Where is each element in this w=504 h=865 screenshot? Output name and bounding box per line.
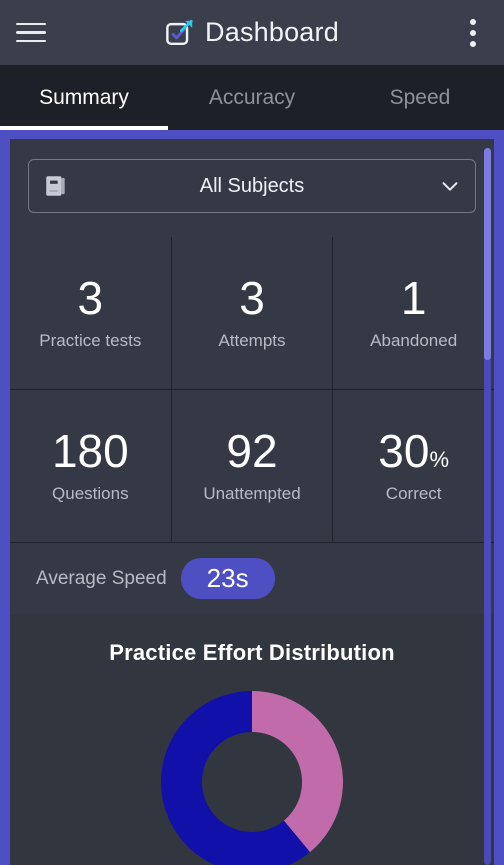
subject-select-value: All Subjects	[199, 174, 305, 197]
stat-cell-attempts: 3 Attempts	[171, 237, 333, 389]
page-title: Dashboard	[205, 17, 339, 47]
stat-cell-questions: 180 Questions	[10, 390, 171, 542]
stat-label: Attempts	[218, 331, 286, 350]
stat-value: 1	[401, 275, 427, 321]
hamburger-line	[16, 31, 46, 34]
tab-bar: Summary Accuracy Speed	[0, 65, 504, 130]
subject-selector-section: All Subjects	[10, 139, 494, 237]
chevron-down-icon[interactable]	[439, 175, 461, 197]
hamburger-menu-icon[interactable]	[16, 16, 50, 50]
stat-label: Unattempted	[203, 484, 301, 503]
stat-value: 3	[78, 275, 104, 321]
overflow-dot	[470, 40, 476, 47]
app-screen: Dashboard Summary Accuracy Speed All Sub…	[0, 0, 504, 865]
tab-label: Accuracy	[208, 85, 296, 109]
stat-number: 180	[51, 425, 129, 477]
stat-label: Practice tests	[39, 331, 142, 350]
donut-segment	[252, 691, 343, 853]
overflow-dot	[470, 29, 476, 36]
stat-cell-unattempted: 92 Unattempted	[171, 390, 333, 542]
app-bar-title-group: Dashboard	[0, 0, 504, 65]
more-vertical-icon[interactable]	[458, 16, 488, 50]
stat-label: Abandoned	[370, 331, 458, 350]
donut-chart-svg	[161, 691, 343, 865]
overflow-dot	[470, 18, 476, 25]
stat-cell-correct: 30 % Correct	[333, 390, 494, 542]
stat-number: 3	[77, 272, 104, 324]
hamburger-line	[16, 39, 46, 43]
effort-distribution-card: Practice Effort Distribution	[10, 614, 494, 865]
tab-accuracy[interactable]: Accuracy	[168, 65, 336, 130]
tab-label: Speed	[389, 85, 451, 109]
stat-label: Questions	[52, 484, 129, 503]
checkbox-arrow-icon	[166, 19, 193, 45]
stat-number: 30	[378, 425, 430, 477]
tab-speed[interactable]: Speed	[336, 65, 504, 130]
stat-value: 3	[239, 275, 265, 321]
average-speed-label: Average Speed	[36, 567, 167, 589]
scrollbar[interactable]	[484, 148, 491, 865]
average-speed-row: Average Speed 23s	[10, 542, 494, 614]
stat-number: 92	[226, 425, 278, 477]
stat-value: 180	[52, 428, 129, 474]
stat-label: Correct	[385, 484, 442, 503]
scrollbar-thumb[interactable]	[484, 148, 491, 360]
stat-number: 3	[239, 272, 265, 324]
scroll-content: All Subjects 3 Practice tests 3 Attempts…	[10, 139, 494, 865]
subject-select[interactable]: All Subjects	[28, 159, 476, 213]
app-bar: Dashboard	[0, 0, 504, 65]
stat-cell-practice-tests: 3 Practice tests	[10, 237, 171, 389]
average-speed-badge: 23s	[180, 558, 275, 599]
stats-grid: 3 Practice tests 3 Attempts 1 Abandoned …	[10, 237, 494, 542]
book-icon	[46, 176, 65, 196]
tab-label: Summary	[39, 85, 129, 109]
stat-value: 30 %	[378, 428, 449, 474]
tab-summary[interactable]: Summary	[0, 65, 168, 130]
stat-cell-abandoned: 1 Abandoned	[333, 237, 494, 389]
stat-suffix: %	[429, 447, 450, 472]
donut-chart	[10, 682, 494, 865]
chart-title: Practice Effort Distribution	[109, 640, 395, 665]
hamburger-line	[16, 22, 46, 26]
stat-value: 92	[226, 428, 277, 474]
content-frame: All Subjects 3 Practice tests 3 Attempts…	[0, 130, 504, 865]
stat-number: 1	[400, 272, 427, 324]
